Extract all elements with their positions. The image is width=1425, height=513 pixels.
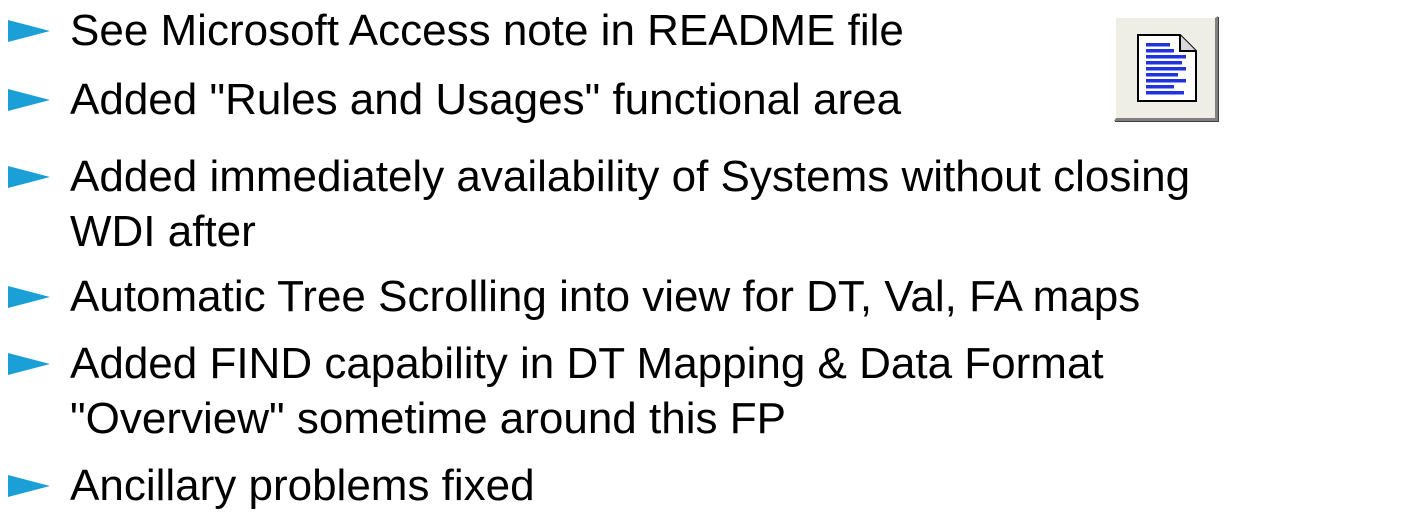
- bullet-arrow-icon: [8, 89, 50, 111]
- bullet-text: Ancillary problems fixed: [70, 461, 535, 510]
- bullet-arrow-icon: [8, 286, 50, 308]
- bullet-text: Added FIND capability in DT Mapping & Da…: [70, 339, 1104, 388]
- document-icon: [1137, 34, 1197, 102]
- bullet-text-continuation: "Overview" sometime around this FP: [70, 394, 786, 443]
- bullet-text: Automatic Tree Scrolling into view for D…: [70, 272, 1141, 321]
- readme-document-button[interactable]: [1114, 16, 1218, 121]
- bullet-text: Added "Rules and Usages" functional area: [70, 75, 902, 124]
- bullet-text: See Microsoft Access note in README file: [70, 6, 904, 55]
- bullet-text: Added immediately availability of System…: [70, 152, 1191, 201]
- bullet-arrow-icon: [8, 20, 50, 42]
- bullet-arrow-icon: [8, 353, 50, 375]
- bullet-arrow-icon: [8, 475, 50, 497]
- bullet-text-continuation: WDI after: [70, 207, 256, 256]
- bullet-arrow-icon: [8, 166, 50, 188]
